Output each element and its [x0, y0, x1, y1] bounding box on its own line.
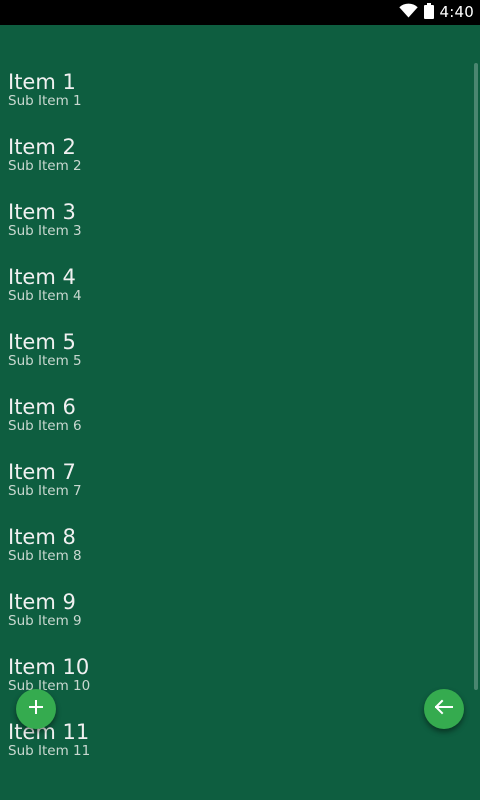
item-subtitle: Sub Item 1	[8, 93, 82, 109]
battery-icon	[423, 2, 434, 23]
list-item[interactable]: Item 3 Sub Item 3	[0, 199, 470, 264]
item-title: Item 2	[8, 135, 76, 159]
item-subtitle: Sub Item 7	[8, 483, 82, 499]
scrollbar[interactable]	[474, 63, 478, 690]
main-content: Item 1 Sub Item 1 Item 2 Sub Item 2 Item…	[0, 25, 480, 800]
list-item[interactable]: Item 11 Sub Item 11	[0, 719, 470, 784]
list-item[interactable]: Item 6 Sub Item 6	[0, 394, 470, 459]
back-button[interactable]	[424, 689, 464, 729]
item-title: Item 8	[8, 525, 76, 549]
item-subtitle: Sub Item 10	[8, 678, 91, 694]
list-item[interactable]: Item 1 Sub Item 1	[0, 69, 470, 134]
list-item[interactable]: Item 8 Sub Item 8	[0, 524, 470, 589]
add-button[interactable]	[16, 689, 56, 729]
item-subtitle: Sub Item 11	[8, 743, 91, 759]
item-title: Item 5	[8, 330, 76, 354]
plus-icon	[28, 699, 44, 719]
item-subtitle: Sub Item 8	[8, 548, 82, 564]
item-title: Item 7	[8, 460, 76, 484]
status-bar: 4:40	[0, 0, 480, 25]
item-subtitle: Sub Item 9	[8, 613, 82, 629]
list-item[interactable]: Item 5 Sub Item 5	[0, 329, 470, 394]
arrow-left-icon	[434, 699, 453, 719]
status-time: 4:40	[439, 3, 474, 21]
item-title: Item 10	[8, 655, 90, 679]
list-item[interactable]: Item 2 Sub Item 2	[0, 134, 470, 199]
list-item[interactable]: Item 9 Sub Item 9	[0, 589, 470, 654]
item-list: Item 1 Sub Item 1 Item 2 Sub Item 2 Item…	[0, 69, 470, 784]
item-subtitle: Sub Item 5	[8, 353, 82, 369]
list-item[interactable]: Item 10 Sub Item 10	[0, 654, 470, 719]
item-title: Item 1	[8, 70, 76, 94]
list-item[interactable]: Item 7 Sub Item 7	[0, 459, 470, 524]
wifi-icon	[398, 3, 418, 22]
status-icons: 4:40	[398, 0, 474, 25]
item-title: Item 4	[8, 265, 76, 289]
item-title: Item 9	[8, 590, 76, 614]
item-title: Item 3	[8, 200, 76, 224]
item-subtitle: Sub Item 6	[8, 418, 82, 434]
item-subtitle: Sub Item 2	[8, 158, 82, 174]
item-title: Item 6	[8, 395, 76, 419]
item-title: Item 11	[8, 720, 90, 744]
item-subtitle: Sub Item 4	[8, 288, 82, 304]
item-subtitle: Sub Item 3	[8, 223, 82, 239]
list-item[interactable]: Item 4 Sub Item 4	[0, 264, 470, 329]
